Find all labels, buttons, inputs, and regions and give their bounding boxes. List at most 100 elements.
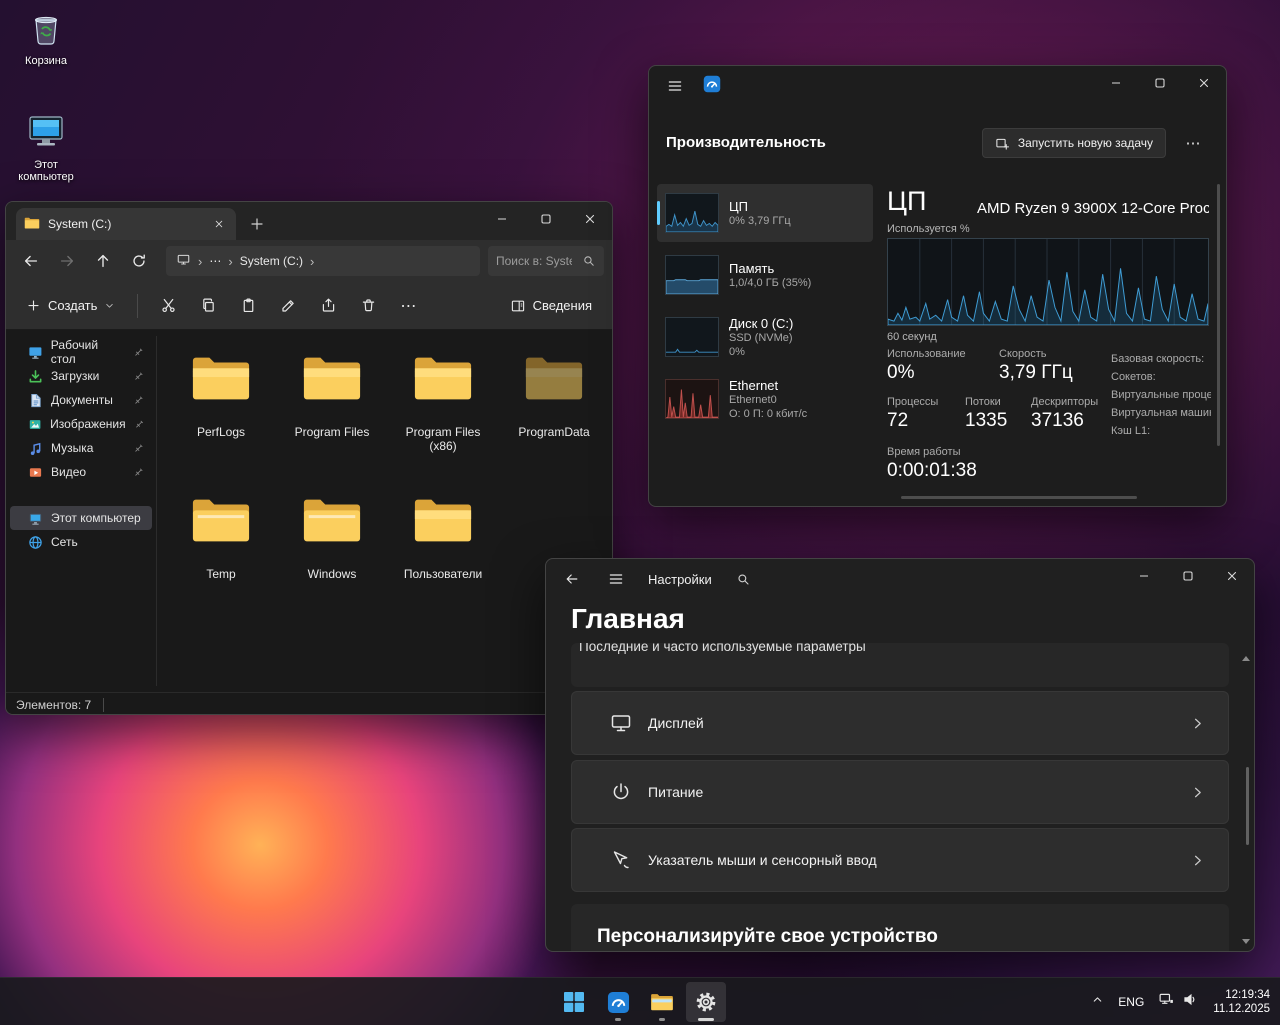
close-button[interactable] — [1210, 559, 1254, 593]
explorer-status-bar: Элементов: 7 — [6, 692, 612, 715]
computer-icon — [28, 511, 43, 526]
maximize-button[interactable] — [1138, 66, 1182, 100]
personalize-section-card[interactable]: Персонализируйте свое устройство — [571, 904, 1229, 952]
sidebar-item-network[interactable]: Сеть — [10, 530, 152, 554]
minimize-button[interactable] — [1122, 559, 1166, 593]
volume-icon[interactable] — [1182, 991, 1199, 1013]
sidebar-item-downloads[interactable]: Загрузки — [10, 364, 152, 388]
delete-button[interactable] — [350, 290, 386, 322]
chevron-right-icon: › — [198, 254, 202, 269]
sidebar-item-desktop[interactable]: Рабочий стол — [10, 340, 152, 364]
vertical-scrollbar[interactable] — [1246, 767, 1249, 845]
rename-button[interactable] — [270, 290, 306, 322]
up-button[interactable] — [86, 246, 120, 276]
minimize-button[interactable] — [1094, 66, 1138, 100]
gear-icon — [695, 991, 717, 1013]
sidebar-item-music[interactable]: Музыка — [10, 436, 152, 460]
folder-item[interactable]: Program Files — [280, 348, 384, 480]
section-heading: Персонализируйте свое устройство — [597, 926, 1229, 948]
chevron-right-icon — [1189, 852, 1206, 869]
toolbar-divider — [137, 294, 138, 318]
search-icon — [582, 254, 596, 268]
network-icon[interactable] — [1158, 991, 1175, 1013]
settings-window: Настройки Главная Последние и часто испо… — [545, 558, 1255, 952]
pin-icon — [133, 467, 144, 478]
chevron-right-icon: › — [310, 254, 314, 269]
refresh-button[interactable] — [122, 246, 156, 276]
search-box[interactable]: Поиск в: System (C:) — [488, 246, 604, 276]
explorer-tab[interactable]: System (C:) — [16, 208, 236, 240]
scroll-up-arrow[interactable] — [1242, 656, 1250, 661]
copy-button[interactable] — [190, 290, 226, 322]
hamburger-menu-icon[interactable] — [598, 563, 634, 595]
tm-sidebar-ethernet[interactable]: Ethernet Ethernet0 О: 0 П: 0 кбит/с — [657, 370, 873, 428]
settings-item-display[interactable]: Дисплей — [571, 691, 1229, 755]
folder-item[interactable]: ProgramData — [502, 348, 606, 480]
more-options-button[interactable]: ⋯ — [1178, 128, 1208, 158]
tm-sidebar-disk[interactable]: Диск 0 (C:) SSD (NVMe) 0% — [657, 308, 873, 366]
start-button[interactable] — [554, 982, 594, 1022]
taskbar-task-manager[interactable] — [598, 982, 638, 1022]
settings-item-mouse-touch[interactable]: Указатель мыши и сенсорный ввод — [571, 828, 1229, 892]
sidebar-item-documents[interactable]: Документы — [10, 388, 152, 412]
maximize-button[interactable] — [524, 202, 568, 236]
taskbar-settings[interactable] — [686, 982, 726, 1022]
folder-grid: PerfLogs Program Files Program Files (x8… — [157, 330, 612, 692]
processor-name: AMD Ryzen 9 3900X 12-Core Processor — [977, 200, 1209, 217]
sidebar-item-pictures[interactable]: Изображения — [10, 412, 152, 436]
tm-sidebar-memory[interactable]: Память 1,0/4,0 ГБ (35%) — [657, 246, 873, 304]
new-tab-button[interactable] — [244, 211, 270, 237]
taskbar-file-explorer[interactable] — [642, 982, 682, 1022]
details-pane-toggle[interactable]: Сведения — [500, 290, 602, 322]
sidebar-item-videos[interactable]: Видео — [10, 460, 152, 484]
mouse-pointer-icon — [610, 849, 632, 871]
page-title: Главная — [571, 603, 685, 635]
maximize-button[interactable] — [1166, 559, 1210, 593]
explorer-navigation-bar: › ⋯ › System (C:) › Поиск в: System (C:) — [6, 240, 612, 282]
horizontal-scrollbar[interactable] — [901, 496, 1137, 499]
settings-item-power[interactable]: Питание — [571, 760, 1229, 824]
vertical-scrollbar[interactable] — [1217, 184, 1220, 446]
cpu-details-column: Базовая скорость: Сокетов: Виртуальные п… — [1111, 350, 1211, 440]
pin-icon — [133, 443, 144, 454]
folder-item[interactable]: Program Files (x86) — [391, 348, 495, 480]
paste-button[interactable] — [230, 290, 266, 322]
sidebar-item-this-pc[interactable]: Этот компьютер — [10, 506, 152, 530]
chevron-right-icon — [1189, 715, 1206, 732]
tray-chevron-up-icon[interactable] — [1091, 993, 1104, 1011]
breadcrumb-overflow[interactable]: ⋯ — [209, 254, 221, 268]
folder-item[interactable]: PerfLogs — [169, 348, 273, 480]
minimize-button[interactable] — [480, 202, 524, 236]
clock[interactable]: 12:19:34 11.12.2025 — [1213, 988, 1270, 1016]
window-title: Настройки — [648, 572, 712, 587]
desktop-icon-recycle-bin[interactable]: Корзина — [8, 8, 84, 67]
folder-item[interactable]: Temp — [169, 490, 273, 622]
tm-sidebar-cpu[interactable]: ЦП 0% 3,79 ГГц — [657, 184, 873, 242]
folder-item[interactable]: Windows — [280, 490, 384, 622]
close-button[interactable] — [568, 202, 612, 236]
date: 11.12.2025 — [1213, 1002, 1270, 1016]
pictures-icon — [28, 417, 42, 432]
cut-button[interactable] — [150, 290, 186, 322]
new-button[interactable]: Создать — [16, 290, 125, 322]
more-options-button[interactable]: ⋯ — [390, 290, 426, 322]
share-button[interactable] — [310, 290, 346, 322]
scroll-down-arrow[interactable] — [1242, 939, 1250, 944]
forward-button[interactable] — [50, 246, 84, 276]
close-button[interactable] — [1182, 66, 1226, 100]
back-button[interactable] — [554, 563, 590, 595]
tab-close-icon[interactable] — [210, 215, 228, 233]
documents-icon — [28, 393, 43, 408]
language-indicator[interactable]: ENG — [1118, 995, 1144, 1009]
folder-item[interactable]: Пользователи — [391, 490, 495, 622]
hamburger-menu-icon[interactable] — [655, 69, 695, 103]
folder-icon — [190, 352, 252, 404]
back-button[interactable] — [14, 246, 48, 276]
breadcrumb-segment[interactable]: System (C:) — [240, 254, 303, 268]
run-new-task-button[interactable]: Запустить новую задачу — [982, 128, 1166, 158]
music-icon — [28, 441, 43, 456]
address-bar[interactable]: › ⋯ › System (C:) › — [166, 246, 480, 276]
search-icon[interactable] — [728, 563, 760, 595]
computer-icon — [24, 112, 68, 155]
desktop-icon-this-pc[interactable]: Этот компьютер — [8, 112, 84, 183]
